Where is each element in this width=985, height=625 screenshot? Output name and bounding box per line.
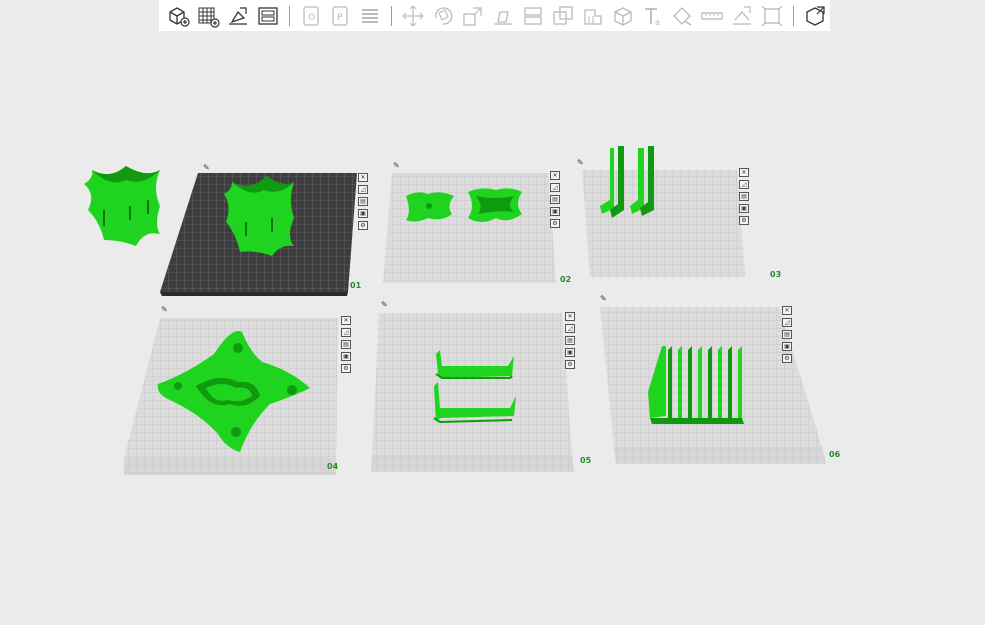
model-x-plate-2[interactable] (468, 188, 522, 222)
model-x-plate-1[interactable] (406, 192, 454, 222)
3d-viewport[interactable]: O P a ✎ ✕ ◿ ▤ ▣ ⚙ 01 ✎ ✕ ◿ ▤ ▣ ⚙ 02 ✎ ✕ … (0, 0, 985, 625)
model-legs-plate3[interactable] (600, 146, 654, 218)
model-fins-plate6[interactable] (648, 346, 744, 424)
models-layer (84, 146, 744, 452)
model-x-frame-plate4[interactable] (157, 330, 310, 452)
model-frame-body-offplate[interactable] (84, 166, 160, 246)
model-brackets-plate5[interactable] (433, 350, 516, 424)
model-frame-body-plate1[interactable] (224, 176, 294, 256)
